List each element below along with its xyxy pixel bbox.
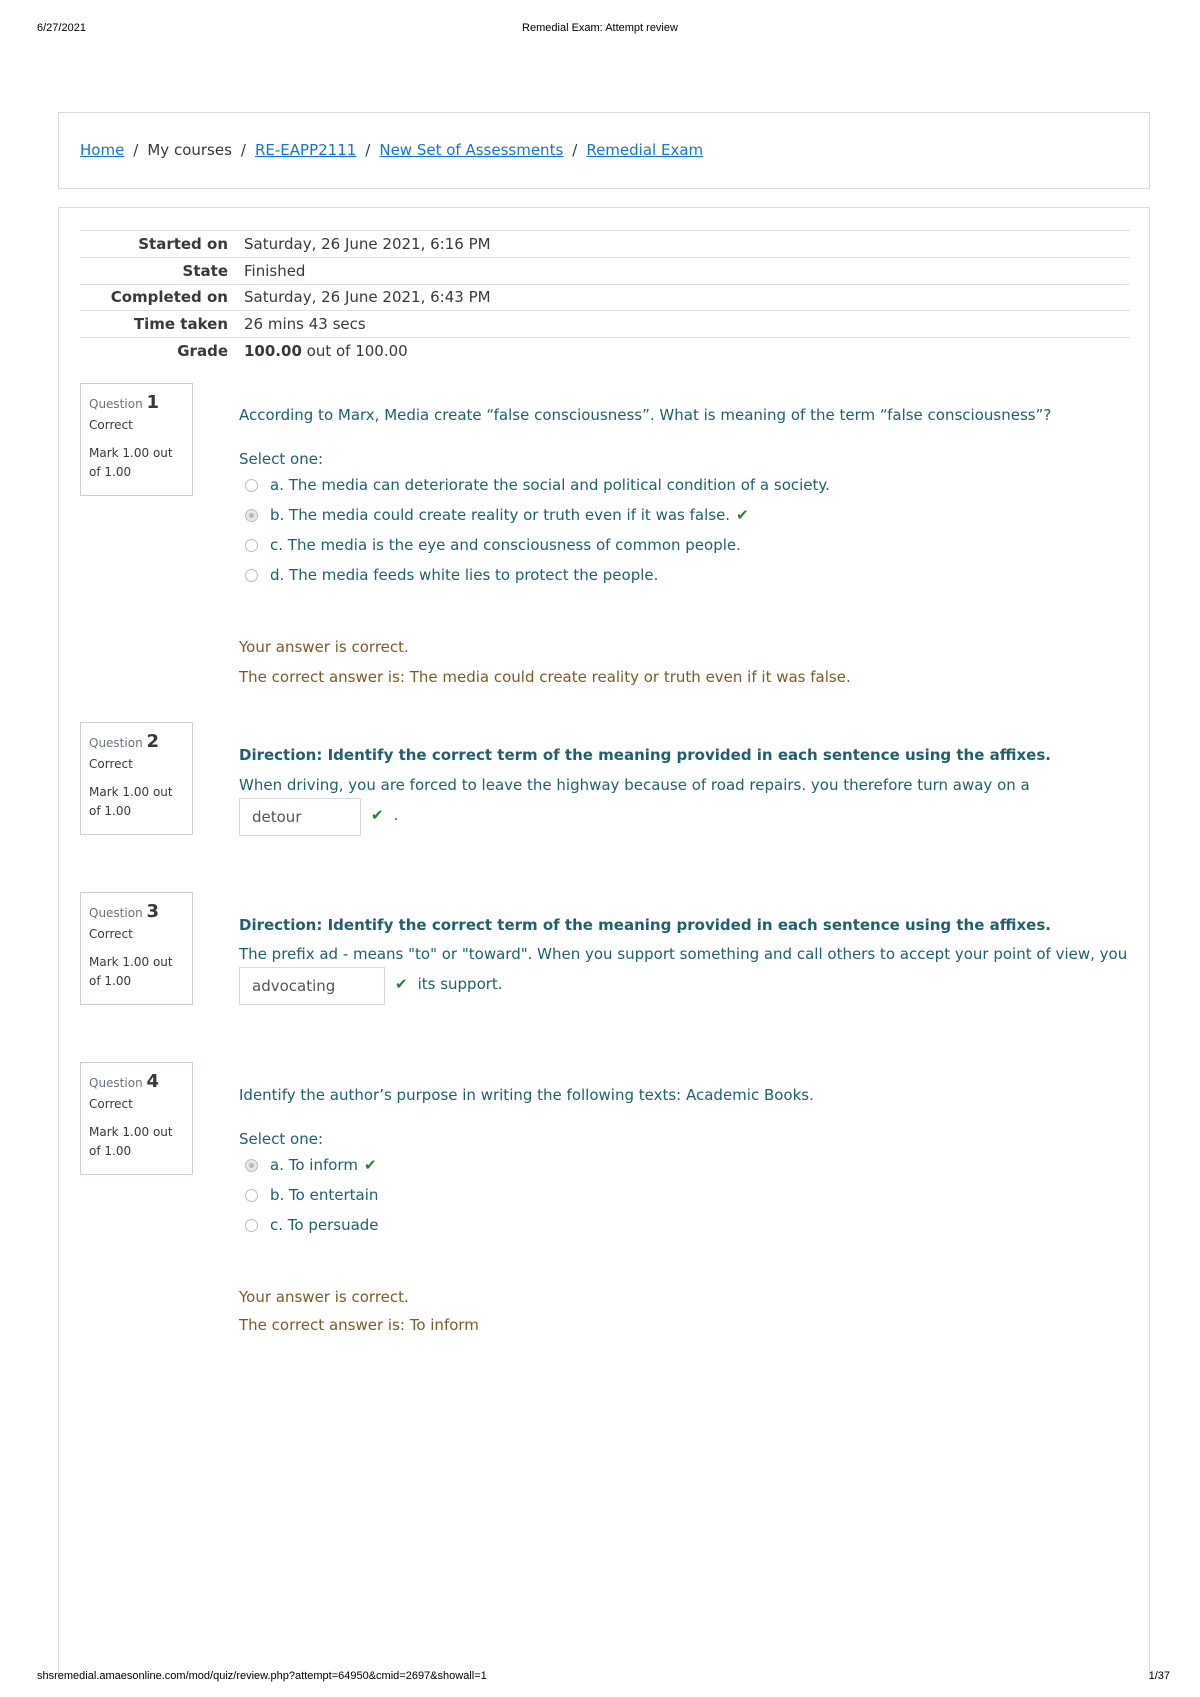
question-text: When driving, you are forced to leave th… bbox=[239, 776, 1030, 794]
summary-row-grade: Grade 100.00 out of 100.00 bbox=[80, 337, 1130, 365]
right-answer-text: The correct answer is: To inform bbox=[239, 1316, 479, 1334]
summary-row-state: State Finished bbox=[80, 256, 1130, 285]
question-number: 3 bbox=[146, 901, 160, 922]
breadcrumb-container: Home / My courses / RE-EAPP2111 / New Set of A… bbox=[58, 112, 1150, 189]
question-state: Correct bbox=[89, 418, 133, 432]
select-one-prompt: Select one: bbox=[239, 450, 324, 468]
question-grade: Mark 1.00 out of 1.00 bbox=[89, 446, 173, 479]
answer-input[interactable]: advocating bbox=[239, 967, 385, 1005]
breadcrumb-separator: / bbox=[365, 141, 371, 159]
breadcrumb-course[interactable]: RE-EAPP2111 bbox=[255, 141, 356, 159]
attempt-summary-table: Started on Saturday, 26 June 2021, 6:16 … bbox=[80, 230, 1130, 365]
question-grade: Mark 1.00 out of 1.00 bbox=[89, 955, 173, 988]
summary-label: Started on bbox=[80, 230, 244, 258]
question-direction: Direction: Identify the correct term of … bbox=[239, 746, 1051, 764]
question-info-1: Question 1 Correct Mark 1.00 out of 1.00 bbox=[80, 383, 193, 496]
radio-button[interactable] bbox=[245, 568, 258, 582]
answer-label: a. To inform bbox=[270, 1156, 358, 1174]
answer-option-selected[interactable]: b. The media could create reality or tru… bbox=[245, 506, 749, 524]
radio-button-checked[interactable] bbox=[245, 508, 258, 522]
radio-button[interactable] bbox=[245, 1188, 258, 1202]
breadcrumb-my-courses: My courses bbox=[147, 141, 232, 159]
summary-value: Saturday, 26 June 2021, 6:16 PM bbox=[244, 230, 1130, 258]
answer-label: d. The media feeds white lies to protect… bbox=[270, 566, 659, 584]
attempt-review-region: Started on Saturday, 26 June 2021, 6:16 … bbox=[58, 207, 1150, 1677]
answer-label: c. To persuade bbox=[270, 1216, 379, 1234]
answer-input[interactable]: detour bbox=[239, 798, 361, 836]
question-text: According to Marx, Media create “false c… bbox=[239, 406, 1052, 424]
print-header: 6/27/2021 Remedial Exam: Attempt review bbox=[0, 22, 1200, 38]
answer-label: a. The media can deteriorate the social … bbox=[270, 476, 830, 494]
feedback-text: Your answer is correct. bbox=[239, 638, 409, 656]
question-state: Correct bbox=[89, 927, 133, 941]
breadcrumb: Home / My courses / RE-EAPP2111 / New Set of A… bbox=[80, 141, 703, 159]
grade-total: out of 100.00 bbox=[301, 342, 408, 361]
breadcrumb-section[interactable]: New Set of Assessments bbox=[379, 141, 563, 159]
check-icon: ✔ bbox=[363, 1156, 377, 1174]
breadcrumb-home[interactable]: Home bbox=[80, 141, 124, 159]
check-icon: ✔ bbox=[736, 506, 749, 524]
summary-label: Grade bbox=[80, 337, 244, 365]
after-input-text: . bbox=[393, 806, 399, 824]
summary-row-time-taken: Time taken 26 mins 43 secs bbox=[80, 310, 1130, 338]
print-page-number: 1/37 bbox=[1148, 1670, 1170, 1682]
print-url: shsremedial.amaesonline.com/mod/quiz/rev… bbox=[37, 1670, 487, 1682]
question-grade: Mark 1.00 out of 1.00 bbox=[89, 785, 173, 818]
radio-button-checked[interactable] bbox=[245, 1158, 258, 1172]
check-icon: ✔ bbox=[395, 975, 408, 993]
question-info-2: Question 2 Correct Mark 1.00 out of 1.00 bbox=[80, 722, 193, 835]
summary-label: Completed on bbox=[80, 283, 244, 311]
question-number: 2 bbox=[146, 731, 160, 752]
breadcrumb-quiz[interactable]: Remedial Exam bbox=[586, 141, 703, 159]
answer-option[interactable]: c. The media is the eye and consciousnes… bbox=[245, 536, 741, 554]
answer-option[interactable]: d. The media feeds white lies to protect… bbox=[245, 566, 658, 584]
question-grade: Mark 1.00 out of 1.00 bbox=[89, 1125, 173, 1158]
question-state: Correct bbox=[89, 1097, 133, 1111]
print-title: Remedial Exam: Attempt review bbox=[522, 22, 678, 34]
breadcrumb-separator: / bbox=[133, 141, 139, 159]
check-icon: ✔ bbox=[371, 806, 384, 824]
question-info-4: Question 4 Correct Mark 1.00 out of 1.00 bbox=[80, 1062, 193, 1175]
answer-label: b. To entertain bbox=[270, 1186, 379, 1204]
summary-row-completed: Completed on Saturday, 26 June 2021, 6:4… bbox=[80, 283, 1130, 311]
question-state: Correct bbox=[89, 757, 133, 771]
question-text: Identify the author’s purpose in writing… bbox=[239, 1086, 814, 1104]
summary-label: Time taken bbox=[80, 310, 244, 338]
answer-option[interactable]: b. To entertain bbox=[245, 1186, 378, 1204]
summary-value: 100.00 out of 100.00 bbox=[244, 337, 1130, 365]
summary-row-started: Started on Saturday, 26 June 2021, 6:16 … bbox=[80, 230, 1130, 258]
print-footer: shsremedial.amaesonline.com/mod/quiz/rev… bbox=[0, 1670, 1200, 1686]
after-input-text: its support. bbox=[417, 975, 503, 993]
answer-label: b. The media could create reality or tru… bbox=[270, 506, 731, 524]
question-label: Question bbox=[89, 1076, 143, 1090]
summary-label: State bbox=[80, 256, 244, 285]
question-label: Question bbox=[89, 397, 143, 411]
answer-option[interactable]: c. To persuade bbox=[245, 1216, 379, 1234]
question-direction: Direction: Identify the correct term of … bbox=[239, 916, 1051, 934]
answer-option[interactable]: a. The media can deteriorate the social … bbox=[245, 476, 830, 494]
breadcrumb-separator: / bbox=[572, 141, 578, 159]
question-number: 4 bbox=[146, 1071, 160, 1092]
feedback-text: Your answer is correct. bbox=[239, 1288, 409, 1306]
breadcrumb-separator: / bbox=[240, 141, 246, 159]
answer-option-selected[interactable]: a. To inform ✔ bbox=[245, 1156, 377, 1174]
summary-value: Saturday, 26 June 2021, 6:43 PM bbox=[244, 283, 1130, 311]
answer-label: c. The media is the eye and consciousnes… bbox=[270, 536, 741, 554]
question-label: Question bbox=[89, 906, 143, 920]
summary-value: 26 mins 43 secs bbox=[244, 310, 1130, 338]
radio-button[interactable] bbox=[245, 478, 258, 492]
select-one-prompt: Select one: bbox=[239, 1130, 324, 1148]
right-answer-text: The correct answer is: The media could c… bbox=[239, 668, 851, 686]
question-info-3: Question 3 Correct Mark 1.00 out of 1.00 bbox=[80, 892, 193, 1005]
radio-button[interactable] bbox=[245, 538, 258, 552]
grade-score: 100.00 bbox=[244, 342, 302, 361]
summary-value: Finished bbox=[244, 256, 1130, 285]
question-number: 1 bbox=[146, 392, 160, 413]
question-label: Question bbox=[89, 736, 143, 750]
radio-button[interactable] bbox=[245, 1218, 258, 1232]
